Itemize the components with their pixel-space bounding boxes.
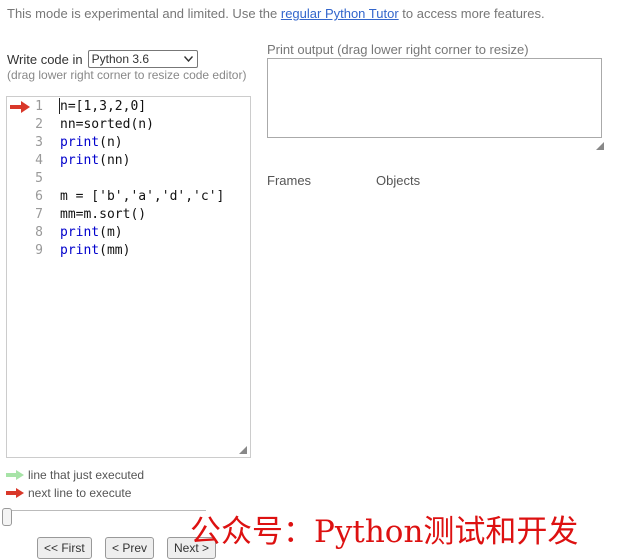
red-arrow-icon xyxy=(6,488,24,498)
legend-next-line-label: next line to execute xyxy=(28,486,132,500)
code-line[interactable]: 3 print(n) xyxy=(7,134,250,152)
code-text: print(n) xyxy=(60,134,123,152)
code-editor[interactable]: 1 n=[1,3,2,0] 2 nn=sorted(n) 3 print(n) 4 print… xyxy=(6,96,251,458)
code-line[interactable]: 9 print(mm) xyxy=(7,242,250,260)
code-token: n=[1,3,2,0] xyxy=(60,99,147,114)
chevron-down-icon xyxy=(181,54,197,64)
code-text: mm=m.sort() xyxy=(60,206,146,224)
code-token: (nn) xyxy=(99,153,131,168)
regular-python-tutor-link[interactable]: regular Python Tutor xyxy=(281,6,399,21)
first-button[interactable]: << First xyxy=(37,537,92,559)
legend-next-line: next line to execute xyxy=(6,486,131,500)
line-number: 3 xyxy=(35,135,43,150)
line-number: 9 xyxy=(35,243,43,258)
resize-grip-icon[interactable] xyxy=(239,446,247,454)
code-line[interactable]: 1 n=[1,3,2,0] xyxy=(7,98,250,116)
language-select[interactable]: Python 3.6 xyxy=(87,50,198,68)
code-line[interactable]: 7 mm=m.sort() xyxy=(7,206,250,224)
code-line[interactable]: 5 xyxy=(7,170,250,188)
notice-suffix: to access more features. xyxy=(398,6,545,21)
legend-just-executed: line that just executed xyxy=(6,468,144,482)
code-text: print(m) xyxy=(60,224,123,242)
print-output-label: Print output (drag lower right corner to… xyxy=(267,42,529,57)
code-token: m = ['b','a','d','c'] xyxy=(60,189,225,204)
code-text: print(nn) xyxy=(60,152,130,170)
editor-resize-hint: (drag lower right corner to resize code … xyxy=(7,68,247,82)
code-token: mm=m.sort() xyxy=(60,207,147,222)
write-code-label: Write code in xyxy=(7,51,83,67)
line-number: 8 xyxy=(35,225,43,240)
frames-label: Frames xyxy=(267,173,312,188)
code-text: nn=sorted(n) xyxy=(60,116,154,134)
code-line[interactable]: 2 nn=sorted(n) xyxy=(7,116,250,134)
legend-just-executed-label: line that just executed xyxy=(28,468,145,482)
keyword-token: print xyxy=(60,153,100,168)
objects-label: Objects xyxy=(376,173,421,188)
line-number: 2 xyxy=(35,117,43,132)
code-text: n=[1,3,2,0] xyxy=(60,98,146,116)
step-slider-track[interactable] xyxy=(6,510,206,511)
line-number: 7 xyxy=(35,207,43,222)
code-line[interactable]: 8 print(m) xyxy=(7,224,250,242)
red-arrow-icon xyxy=(10,101,30,113)
code-token: nn=sorted(n) xyxy=(60,117,154,132)
watermark-text: 公众号：Python测试和开发 xyxy=(190,514,579,550)
keyword-token: print xyxy=(60,225,100,240)
keyword-token: print xyxy=(60,135,100,150)
code-token: (mm) xyxy=(99,243,131,258)
language-selected-value: Python 3.6 xyxy=(91,52,150,66)
print-output-box[interactable] xyxy=(267,58,602,138)
line-number: 1 xyxy=(35,99,43,114)
code-text: m = ['b','a','d','c'] xyxy=(60,188,224,206)
line-number: 6 xyxy=(35,189,43,204)
line-number: 4 xyxy=(35,153,43,168)
code-token: (n) xyxy=(99,135,123,150)
green-arrow-icon xyxy=(6,470,24,480)
resize-grip-icon[interactable] xyxy=(596,142,604,150)
step-slider-thumb[interactable] xyxy=(2,508,12,526)
language-row: Write code in Python 3.6 xyxy=(7,50,198,68)
code-line[interactable]: 6 m = ['b','a','d','c'] xyxy=(7,188,250,206)
code-line[interactable]: 4 print(nn) xyxy=(7,152,250,170)
experimental-notice: This mode is experimental and limited. U… xyxy=(7,6,545,21)
line-number: 5 xyxy=(35,171,43,186)
prev-button[interactable]: < Prev xyxy=(105,537,155,559)
keyword-token: print xyxy=(60,243,100,258)
notice-prefix: This mode is experimental and limited. U… xyxy=(7,6,281,21)
code-token: (m) xyxy=(99,225,123,240)
code-text: print(mm) xyxy=(60,242,130,260)
